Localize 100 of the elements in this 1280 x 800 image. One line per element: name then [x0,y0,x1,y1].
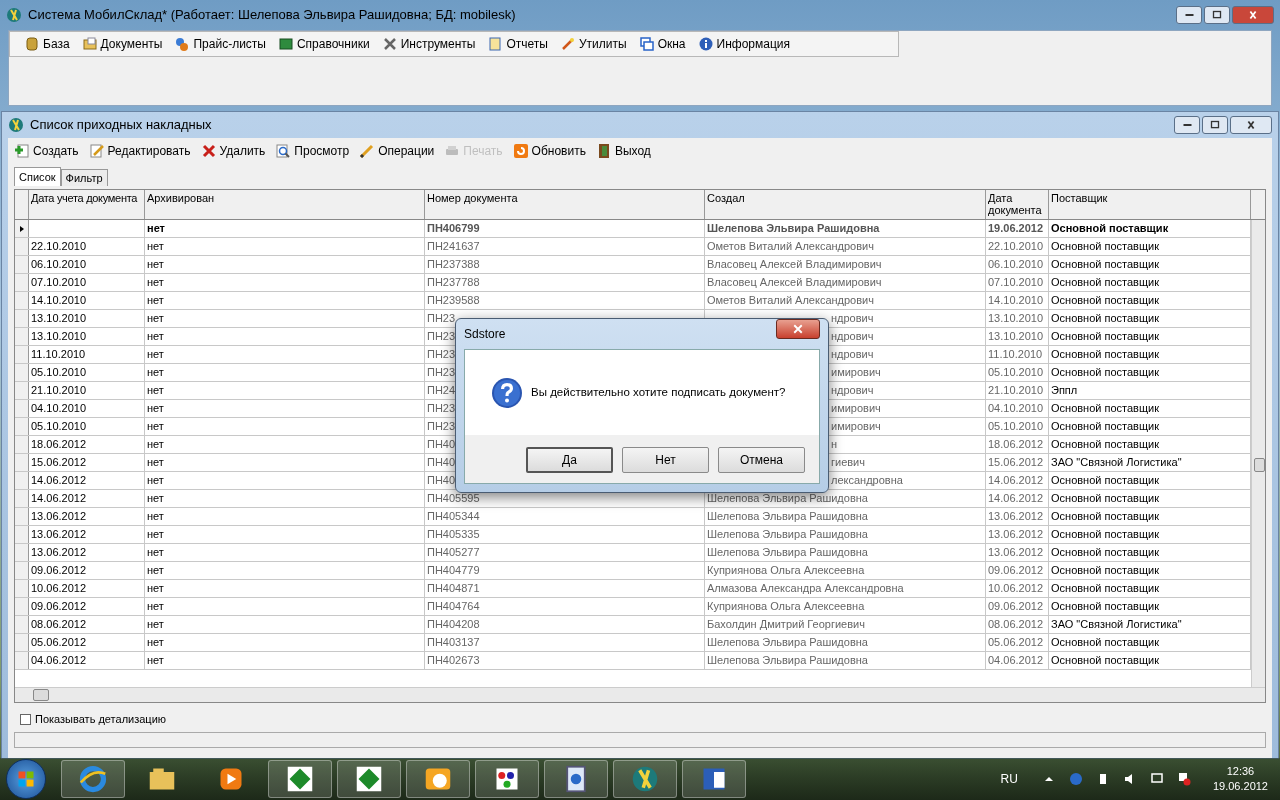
table-cell: нет [145,616,425,633]
maximize-button[interactable] [1202,116,1228,134]
table-row[interactable]: 09.06.2012 нет ПН404779 Куприянова Ольга Алексеевна 09.06.2012 Основной поставщик [15,562,1251,580]
dialog-button[interactable]: Да [526,447,613,473]
column-header[interactable]: Номер документа [425,190,705,219]
toolbar-button[interactable]: Создать [14,142,79,160]
tab[interactable]: Фильтр [60,169,108,186]
table-cell: 05.10.2010 [29,364,145,381]
row-indicator[interactable] [15,220,29,237]
minimize-button[interactable] [1174,116,1200,134]
menu-item[interactable]: Справочники [277,35,370,53]
table-cell: нет [145,256,425,273]
table-cell: 10.06.2012 [986,580,1049,597]
taskbar-button[interactable] [544,760,608,798]
network-icon[interactable] [1067,771,1084,787]
table-cell: нет [145,634,425,651]
toolbar-button[interactable]: Просмотр [275,142,350,160]
table-row[interactable]: 06.10.2010 нет ПН237388 Власовец Алексей Владимирович 06.10.2010 Основной поставщик [15,256,1251,274]
table-cell: нет [145,544,425,561]
taskbar-button[interactable] [682,760,746,798]
minimize-button[interactable] [1176,6,1202,24]
maximize-button[interactable] [1204,6,1230,24]
horizontal-scrollbar[interactable] [15,687,1265,702]
table-cell: ПН239588 [425,292,705,309]
table-cell: нет [145,472,425,489]
close-button[interactable] [776,319,820,339]
taskbar-button[interactable] [268,760,332,798]
table-cell: ПН404871 [425,580,705,597]
table-cell: ПН404764 [425,598,705,615]
menu-item[interactable]: База [24,35,70,53]
column-header[interactable]: Создал [705,190,986,219]
table-row[interactable]: 14.10.2010 нет ПН239588 Ометов Виталий Александрович 14.10.2010 Основной поставщик [15,292,1251,310]
question-icon [491,376,523,409]
menu-item[interactable]: Окна [638,35,686,53]
dialog-button[interactable]: Отмена [718,447,805,473]
table-cell: Ометов Виталий Александрович [705,238,986,255]
table-row[interactable]: 13.06.2012 нет ПН405335 Шелепова Эльвира Рашидовна 13.06.2012 Основной поставщик [15,526,1251,544]
table-cell: нет [145,418,425,435]
table-row[interactable]: 08.06.2012 нет ПН404208 Бахолдин Дмитрий Георгиевич 08.06.2012 ЗАО "Связной Логистика" [15,616,1251,634]
table-cell: Шелепова Эльвира Рашидовна [705,526,986,543]
table-row[interactable]: 13.06.2012 нет ПН405277 Шелепова Эльвира Рашидовна 13.06.2012 Основной поставщик [15,544,1251,562]
column-header[interactable]: Архивирован [145,190,425,219]
close-button[interactable] [1232,6,1274,24]
language-indicator[interactable]: RU [1000,770,1018,788]
table-row[interactable]: 13.06.2012 нет ПН405344 Шелепова Эльвира Рашидовна 13.06.2012 Основной поставщик [15,508,1251,526]
checkbox-label: Показывать детализацию [35,711,167,727]
table-row[interactable]: 22.10.2010 нет ПН241637 Ометов Виталий Александрович 22.10.2010 Основной поставщик [15,238,1251,256]
start-button[interactable] [6,759,46,799]
table-cell: Бахолдин Дмитрий Георгиевич [705,616,986,633]
column-header[interactable]: Поставщик [1049,190,1251,219]
table-cell: 21.10.2010 [986,382,1049,399]
taskbar-button[interactable] [475,760,539,798]
scroll-thumb[interactable] [1254,458,1265,472]
toolbar-button[interactable]: Редактировать [88,142,191,160]
table-row[interactable]: 05.06.2012 нет ПН403137 Шелепова Эльвира Рашидовна 05.06.2012 Основной поставщик [15,634,1251,652]
scroll-thumb[interactable] [33,689,49,701]
tab[interactable]: Список [14,167,61,186]
table-cell: Шелепова Эльвира Рашидовна [705,544,986,561]
dialog-button[interactable]: Нет [622,447,709,473]
toolbar-button[interactable]: Удалить [200,142,266,160]
table-cell: ПН405277 [425,544,705,561]
toolbar-button[interactable]: Обновить [512,142,586,160]
table-cell: 22.10.2010 [29,238,145,255]
table-row[interactable]: нет ПН406799 Шелепова Эльвира Рашидовна 19.06.2012 Основной поставщик [15,220,1251,238]
menu-item[interactable]: Утилиты [559,35,627,53]
table-cell: нет [145,310,425,327]
table-cell: ПН237788 [425,274,705,291]
clock-date[interactable]: 19.06.2012 [1212,779,1268,794]
table-cell: ПН405335 [425,526,705,543]
table-row[interactable]: 07.10.2010 нет ПН237788 Власовец Алексей Владимирович 07.10.2010 Основной поставщик [15,274,1251,292]
menu-item[interactable]: Инструменты [381,35,476,53]
table-cell: нет [145,292,425,309]
clock-time[interactable]: 12:36 [1226,764,1255,779]
table-row[interactable]: 10.06.2012 нет ПН404871 Алмазова Александра Александровна 10.06.2012 Основной поставщик [15,580,1251,598]
magnifier-icon [275,143,292,159]
table-cell: 07.10.2010 [986,274,1049,291]
column-header[interactable]: Дата учета документа [29,190,145,219]
taskbar-button[interactable] [61,760,125,798]
vertical-scrollbar[interactable] [1251,220,1265,687]
menu-item[interactable]: Информация [697,35,790,53]
menu-item[interactable]: Прайс-листы [174,35,266,53]
taskbar-button[interactable] [406,760,470,798]
table-cell: ПН405344 [425,508,705,525]
table-cell: 09.06.2012 [986,562,1049,579]
table-cell: Шелепова Эльвира Рашидовна [705,508,986,525]
taskbar-button[interactable] [337,760,401,798]
menu-item[interactable]: Документы [81,35,163,53]
menu-item[interactable]: Отчеты [487,35,548,53]
toolbar-button[interactable]: Операции [359,142,435,160]
checkbox[interactable] [20,713,31,725]
table-cell: 08.06.2012 [29,616,145,633]
column-header[interactable]: Дата документа [986,190,1049,219]
close-button[interactable] [1230,116,1272,134]
table-row[interactable]: 09.06.2012 нет ПН404764 Куприянова Ольга Алексеевна 09.06.2012 Основной поставщик [15,598,1251,616]
table-cell: нет [145,454,425,471]
book-icon [277,36,294,52]
browser-icon [79,765,107,793]
taskbar-button[interactable] [613,760,677,798]
toolbar-button[interactable]: Выход [595,142,651,160]
table-row[interactable]: 04.06.2012 нет ПН402673 Шелепова Эльвира Рашидовна 04.06.2012 Основной поставщик [15,652,1251,670]
